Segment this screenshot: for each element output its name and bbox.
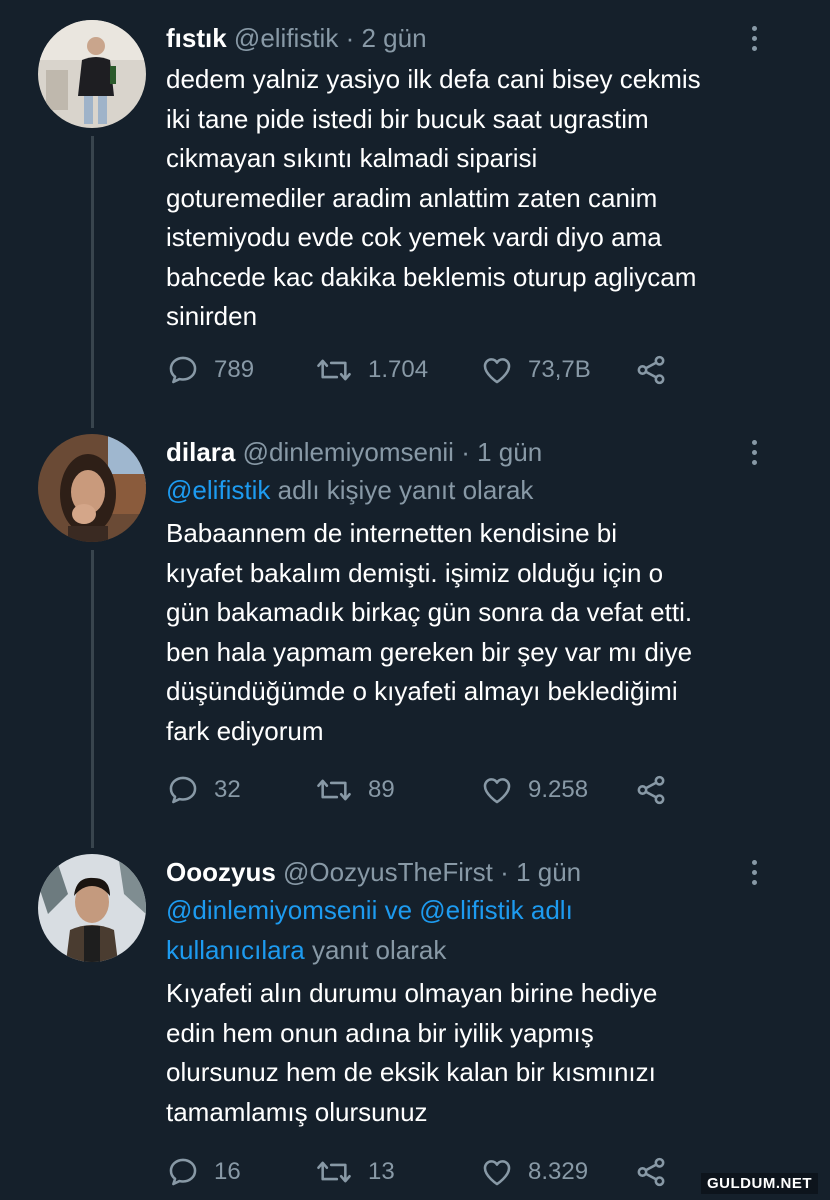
more-icon: [751, 439, 757, 445]
timestamp[interactable]: 1 gün: [516, 857, 581, 887]
like-count: 9.258: [528, 776, 589, 803]
tweet-2[interactable]: dilara @dinlemiyomsenii · 1 gün @elifist…: [0, 420, 830, 840]
reply-button[interactable]: 16: [166, 1152, 241, 1192]
reply-icon: [169, 1158, 197, 1186]
reply-icon: [169, 356, 197, 384]
tweet-header: Ooozyus @OozyusTheFirst · 1 gün: [166, 854, 770, 890]
retweet-icon: [317, 779, 351, 801]
share-button[interactable]: [634, 770, 668, 810]
timestamp[interactable]: 1 gün: [477, 437, 542, 467]
avatar[interactable]: [38, 434, 146, 542]
tweet-text: dedem yalniz yasiyo ilk defa cani bisey …: [166, 64, 701, 331]
tweet-text: Babaannem de internetten kendisine bi kı…: [166, 518, 693, 746]
more-icon: [751, 25, 757, 31]
user-handle[interactable]: @OozyusTheFirst: [283, 857, 493, 887]
reply-count: 16: [214, 1158, 241, 1185]
display-name[interactable]: Ooozyus: [166, 857, 276, 887]
avatar[interactable]: [38, 20, 146, 128]
more-options-button[interactable]: [740, 434, 768, 470]
reply-icon: [169, 776, 197, 804]
avatar[interactable]: [38, 854, 146, 962]
heart-icon: [483, 1160, 511, 1186]
replying-to: @dinlemiyomsenii ve @elifistik adlı kull…: [166, 890, 770, 970]
user-handle[interactable]: @dinlemiyomsenii: [243, 437, 454, 467]
display-name[interactable]: fıstık: [166, 23, 227, 53]
mention-link[interactable]: @dinlemiyomsenii ve @elifistik adlı: [166, 890, 770, 930]
share-icon: [637, 775, 665, 805]
like-button[interactable]: 8.329: [480, 1152, 588, 1192]
mention-link[interactable]: @elifistik: [166, 475, 270, 505]
reply-button[interactable]: 32: [166, 770, 241, 810]
retweet-count: 89: [368, 776, 395, 803]
tweet-3[interactable]: Ooozyus @OozyusTheFirst · 1 gün @dinlemi…: [0, 840, 830, 1200]
more-icon: [751, 859, 757, 865]
separator: ·: [461, 437, 470, 467]
user-handle[interactable]: @elifistik: [234, 23, 338, 53]
share-button[interactable]: [634, 1152, 668, 1192]
reply-count: 32: [214, 776, 241, 803]
replying-to: @elifistik adlı kişiye yanıt olarak: [166, 470, 770, 510]
retweet-button[interactable]: 1.704: [314, 350, 428, 390]
action-bar: 16 13 8.329: [166, 1152, 686, 1192]
like-count: 8.329: [528, 1158, 589, 1185]
action-bar: 789 1.704 73,7B: [166, 350, 686, 390]
retweet-icon: [317, 359, 351, 381]
retweet-count: 1.704: [368, 356, 429, 383]
tweet-header: dilara @dinlemiyomsenii · 1 gün: [166, 434, 770, 470]
reply-label: yanıt olarak: [304, 935, 447, 965]
reply-button[interactable]: 789: [166, 350, 254, 390]
reply-label: adlı kişiye yanıt olarak: [270, 475, 534, 505]
heart-icon: [483, 358, 511, 384]
more-options-button[interactable]: [740, 854, 768, 890]
share-icon: [637, 355, 665, 385]
like-button[interactable]: 9.258: [480, 770, 588, 810]
retweet-count: 13: [368, 1158, 395, 1185]
more-options-button[interactable]: [740, 20, 768, 56]
like-button[interactable]: 73,7B: [480, 350, 591, 390]
watermark: GULDUM.NET: [701, 1173, 818, 1194]
retweet-button[interactable]: 89: [314, 770, 395, 810]
like-count: 73,7B: [528, 356, 591, 383]
tweet-header: fıstık @elifistik · 2 gün: [166, 20, 770, 56]
retweet-button[interactable]: 13: [314, 1152, 395, 1192]
display-name[interactable]: dilara: [166, 437, 235, 467]
reply-count: 789: [214, 356, 255, 383]
tweet-1[interactable]: fıstık @elifistik · 2 gün dedem yalniz y…: [0, 0, 830, 420]
mention-link[interactable]: kullanıcılara: [166, 935, 305, 965]
timestamp[interactable]: 2 gün: [361, 23, 426, 53]
share-button[interactable]: [634, 350, 668, 390]
tweet-text: Kıyafeti alın durumu olmayan birine hedi…: [166, 978, 658, 1127]
heart-icon: [483, 778, 511, 804]
separator: ·: [500, 857, 509, 887]
action-bar: 32 89 9.258: [166, 770, 686, 810]
share-icon: [637, 1157, 665, 1187]
retweet-icon: [317, 1161, 351, 1183]
separator: ·: [345, 23, 355, 53]
